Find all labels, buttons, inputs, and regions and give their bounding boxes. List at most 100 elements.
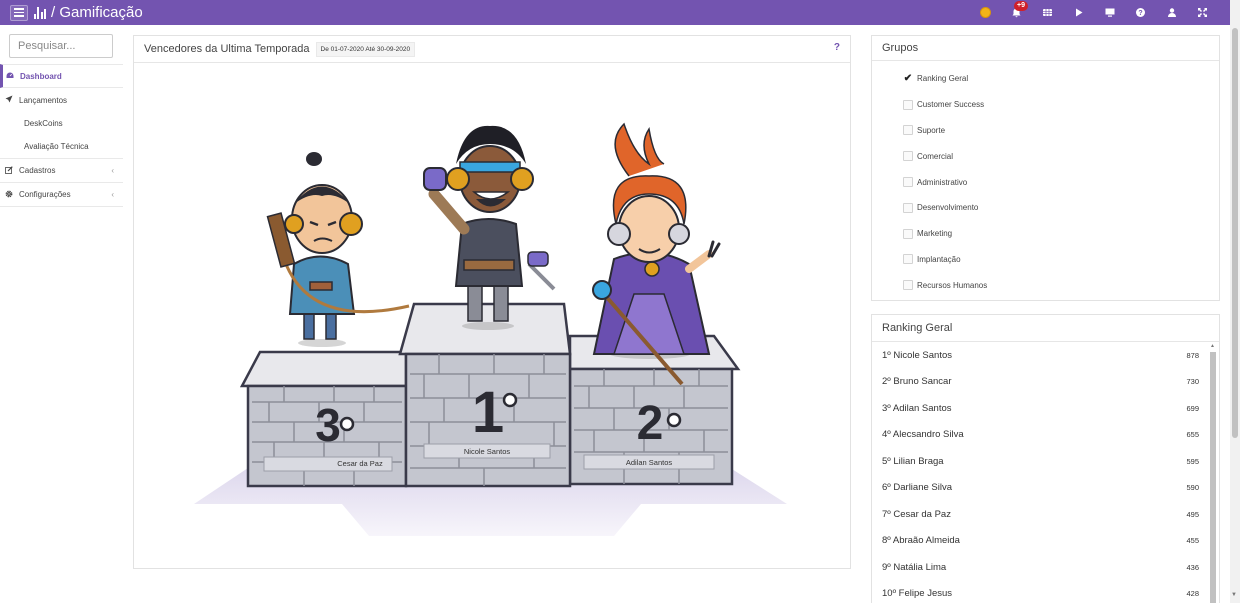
- group-label: Implantação: [917, 254, 961, 264]
- ranking-row: 5º Lilian Braga 595: [872, 448, 1219, 475]
- ranking-name: 9º Natália Lima: [882, 561, 947, 573]
- notifications-button[interactable]: +9: [1001, 0, 1032, 25]
- ranking-row: 4º Alecsandro Silva 655: [872, 422, 1219, 449]
- ranking-scrollbar-thumb[interactable]: [1210, 352, 1216, 603]
- page-scrollbar[interactable]: ▼: [1230, 0, 1240, 603]
- coin-button[interactable]: [970, 0, 1001, 25]
- third-place-name: Cesar da Paz: [337, 459, 383, 468]
- group-list: ✔ Ranking Geral Customer Success Suporte …: [872, 61, 1219, 298]
- ranking-name: 8º Abraão Almeida: [882, 535, 960, 547]
- ranking-row: 7º Cesar da Paz 495: [872, 501, 1219, 528]
- sidebar-item-dashboard[interactable]: Dashboard: [0, 64, 123, 88]
- podium-illustration: 3 2 1: [194, 122, 787, 536]
- dashboard-icon: [6, 72, 16, 81]
- checkbox[interactable]: [903, 125, 913, 136]
- ranking-score: 595: [1186, 456, 1199, 466]
- ranking-name: 7º Cesar da Paz: [882, 508, 951, 520]
- ranking-name: 4º Alecsandro Silva: [882, 429, 964, 441]
- sidebar-subitem-avaliacao-tecnica[interactable]: Avaliação Técnica: [0, 135, 123, 158]
- group-label: Recursos Humanos: [917, 280, 988, 290]
- ranking-name: 10º Felipe Jesus: [882, 588, 953, 600]
- sidebar-subitem-deskcoins[interactable]: DeskCoins: [0, 112, 123, 135]
- sidebar-item-cadastros[interactable]: Cadastros ‹: [0, 159, 123, 183]
- group-label: Administrativo: [917, 177, 968, 187]
- top-navbar: / Gamificação +9 ?: [0, 0, 1240, 25]
- checkbox[interactable]: [903, 254, 913, 265]
- group-option-administrativo[interactable]: Administrativo: [872, 169, 1219, 195]
- scroll-down-icon[interactable]: ▼: [1231, 592, 1237, 598]
- sidebar-menu: Dashboard Lançamentos DeskCoins Avaliaçã…: [0, 64, 123, 207]
- ranking-name: 6º Darliane Silva: [882, 482, 953, 494]
- groups-panel: Grupos ✔ Ranking Geral Customer Success S…: [871, 35, 1220, 301]
- ranking-row: 2º Bruno Sancar 730: [872, 369, 1219, 396]
- ranking-name: 2º Bruno Sancar: [882, 376, 952, 388]
- season-date-badge: De 01-07-2020 Até 30-09-2020: [315, 41, 416, 57]
- group-option-recursos-humanos[interactable]: Recursos Humanos: [872, 272, 1219, 298]
- svg-text:1: 1: [472, 380, 504, 445]
- monitor-button[interactable]: [1094, 0, 1125, 25]
- ranking-row: 10º Felipe Jesus 428: [872, 581, 1219, 603]
- scroll-up-icon[interactable]: ▲: [1210, 343, 1215, 349]
- group-label: Ranking Geral: [917, 74, 969, 84]
- checkmark-icon: ✔: [903, 73, 913, 85]
- checkbox[interactable]: [903, 202, 913, 213]
- page-title: / Gamificação: [51, 4, 143, 21]
- checkbox[interactable]: [903, 177, 913, 188]
- ranking-score: 455: [1186, 536, 1199, 546]
- ranking-name: 5º Lilian Braga: [882, 455, 944, 467]
- ranking-score: 699: [1186, 403, 1199, 413]
- group-option-implantacao[interactable]: Implantação: [872, 247, 1219, 273]
- group-label: Comercial: [917, 151, 954, 161]
- checkbox[interactable]: [903, 280, 913, 291]
- search-input[interactable]: [9, 34, 113, 58]
- play-button[interactable]: [1063, 0, 1094, 25]
- help-button[interactable]: ?: [1125, 0, 1156, 25]
- page-scrollbar-thumb[interactable]: [1232, 28, 1238, 438]
- ranking-row: 1º Nicole Santos 878: [872, 342, 1219, 369]
- fullscreen-button[interactable]: [1187, 0, 1218, 25]
- group-option-customer-success[interactable]: Customer Success: [872, 92, 1219, 118]
- hamburger-menu-button[interactable]: [10, 4, 28, 21]
- checkbox[interactable]: [903, 228, 913, 239]
- chevron-left-icon: ‹: [111, 190, 114, 199]
- group-option-suporte[interactable]: Suporte: [872, 118, 1219, 144]
- ranking-name: 1º Nicole Santos: [882, 349, 953, 361]
- monitor-icon: [1105, 8, 1114, 17]
- group-option-ranking-geral[interactable]: ✔ Ranking Geral: [872, 66, 1219, 92]
- sidebar-item-label: Cadastros: [19, 166, 56, 175]
- brand-logo-icon: [34, 6, 46, 19]
- ranking-score: 436: [1186, 562, 1199, 572]
- svg-text:?: ?: [1138, 10, 1142, 17]
- sidebar-item-label: Avaliação Técnica: [24, 142, 89, 151]
- ranking-header: Ranking Geral: [872, 315, 1219, 342]
- sidebar-item-lancamentos[interactable]: Lançamentos: [0, 88, 123, 112]
- grid-button[interactable]: [1032, 0, 1063, 25]
- ranking-score: 730: [1186, 377, 1199, 387]
- checkbox[interactable]: [903, 99, 913, 110]
- gear-icon: [5, 190, 15, 200]
- group-label: Customer Success: [917, 100, 985, 110]
- second-place-character: [592, 122, 721, 386]
- help-icon: ?: [1136, 8, 1145, 17]
- first-place-name: Nicole Santos: [463, 447, 511, 456]
- user-button[interactable]: [1156, 0, 1187, 25]
- group-option-marketing[interactable]: Marketing: [872, 221, 1219, 247]
- group-option-desenvolvimento[interactable]: Desenvolvimento: [872, 195, 1219, 221]
- ranking-row: 6º Darliane Silva 590: [872, 475, 1219, 502]
- group-label: Desenvolvimento: [917, 203, 979, 213]
- checkbox[interactable]: [903, 151, 913, 162]
- help-link[interactable]: ?: [834, 42, 840, 53]
- svg-text:2: 2: [637, 397, 664, 450]
- expand-icon: [1198, 8, 1207, 17]
- ranking-scrollbar[interactable]: ▲: [1209, 343, 1217, 603]
- sidebar-item-configuracoes[interactable]: Configurações ‹: [0, 183, 123, 207]
- sidebar-item-label: Configurações: [19, 190, 71, 199]
- ranking-list: 1º Nicole Santos 878 2º Bruno Sancar 730 3…: [872, 342, 1219, 603]
- group-option-comercial[interactable]: Comercial: [872, 143, 1219, 169]
- coin-icon: [980, 7, 991, 18]
- ranking-score: 590: [1186, 483, 1199, 493]
- group-label: Suporte: [917, 125, 946, 135]
- ranking-score: 428: [1186, 589, 1199, 599]
- edit-icon: [5, 165, 15, 176]
- sidebar-item-label: Dashboard: [20, 71, 62, 81]
